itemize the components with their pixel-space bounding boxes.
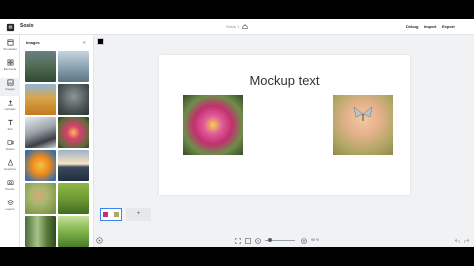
elements-icon <box>7 59 13 66</box>
canvas-heading[interactable]: Mockup text <box>159 73 410 88</box>
nav-uploads[interactable]: Uploads <box>0 98 20 116</box>
fit-screen-icon[interactable] <box>245 238 251 244</box>
nav-templates[interactable]: Templates <box>0 38 20 56</box>
butterfly-icon <box>353 106 373 121</box>
nav-label: Uploads <box>4 107 16 111</box>
nav-graphics[interactable]: Graphics <box>0 158 20 176</box>
image-thumbnail[interactable] <box>58 216 89 247</box>
nav-text[interactable]: Text <box>0 118 20 136</box>
image-thumbnail[interactable] <box>25 216 56 247</box>
nav-label: Text <box>7 127 13 131</box>
layers-icon <box>6 200 14 205</box>
lily-image[interactable] <box>183 95 243 155</box>
zoom-in-icon[interactable] <box>301 238 307 244</box>
text-icon <box>7 119 13 126</box>
app-name: Sosio <box>20 23 34 29</box>
nav-label: Layers <box>5 207 15 211</box>
cloud-save-icon[interactable] <box>241 23 249 31</box>
nav-label: Pexels <box>5 187 15 191</box>
nav-pexels[interactable]: Pexels <box>0 178 20 196</box>
image-thumbnail[interactable] <box>58 150 89 181</box>
upload-icon <box>7 100 13 106</box>
butterfly-image[interactable] <box>333 95 393 155</box>
image-icon <box>7 79 13 86</box>
nav-label: Elements <box>3 67 17 71</box>
nav-label: Videos <box>5 147 15 151</box>
nav-label: Images <box>5 87 15 91</box>
design-page[interactable]: Mockup text <box>159 55 410 195</box>
graphics-icon <box>7 159 13 166</box>
template-icon <box>7 39 13 46</box>
fullscreen-icon[interactable] <box>235 238 241 244</box>
image-thumbnail[interactable] <box>25 150 56 181</box>
document-title[interactable]: Sosio 1 <box>226 24 239 29</box>
panel-title: Images <box>26 40 40 45</box>
logo-icon <box>6 23 15 32</box>
debug-button[interactable]: Debug <box>406 24 418 29</box>
image-thumbnail[interactable] <box>25 117 56 148</box>
redo-icon[interactable] <box>464 238 470 244</box>
zoom-value[interactable]: 95 % <box>311 238 319 242</box>
page-thumbnail[interactable] <box>100 208 122 221</box>
image-thumbnail[interactable] <box>25 84 56 115</box>
export-button[interactable]: Export <box>442 24 455 29</box>
nav-elements[interactable]: Elements <box>0 58 20 76</box>
image-thumbnail[interactable] <box>58 51 89 82</box>
color-swatch[interactable] <box>97 38 104 45</box>
top-bar: Sosio Sosio 1 Debug Import Export <box>0 19 474 35</box>
import-button[interactable]: Import <box>424 24 436 29</box>
undo-icon[interactable] <box>454 238 460 244</box>
side-nav: Templates Elements Images Uploads Text V… <box>0 35 20 247</box>
video-icon <box>7 140 13 145</box>
collapse-panel-icon[interactable]: « <box>83 40 86 46</box>
pexels-icon <box>7 180 13 185</box>
images-panel: Images « <box>20 35 94 247</box>
add-page-button[interactable]: + <box>126 208 151 221</box>
image-thumbnail[interactable] <box>58 84 89 115</box>
nav-videos[interactable]: Videos <box>0 138 20 156</box>
nav-images[interactable]: Images <box>0 78 20 96</box>
image-thumbnail[interactable] <box>25 51 56 82</box>
image-thumbnail[interactable] <box>25 183 56 214</box>
zoom-slider-handle[interactable] <box>268 238 272 242</box>
nav-label: Graphics <box>3 167 16 171</box>
nav-layers[interactable]: Layers <box>0 198 20 216</box>
nav-label: Templates <box>3 47 17 51</box>
image-thumbnail[interactable] <box>58 117 89 148</box>
zoom-out-icon[interactable] <box>255 238 261 244</box>
image-thumbnail[interactable] <box>58 183 89 214</box>
help-icon[interactable] <box>96 237 103 244</box>
